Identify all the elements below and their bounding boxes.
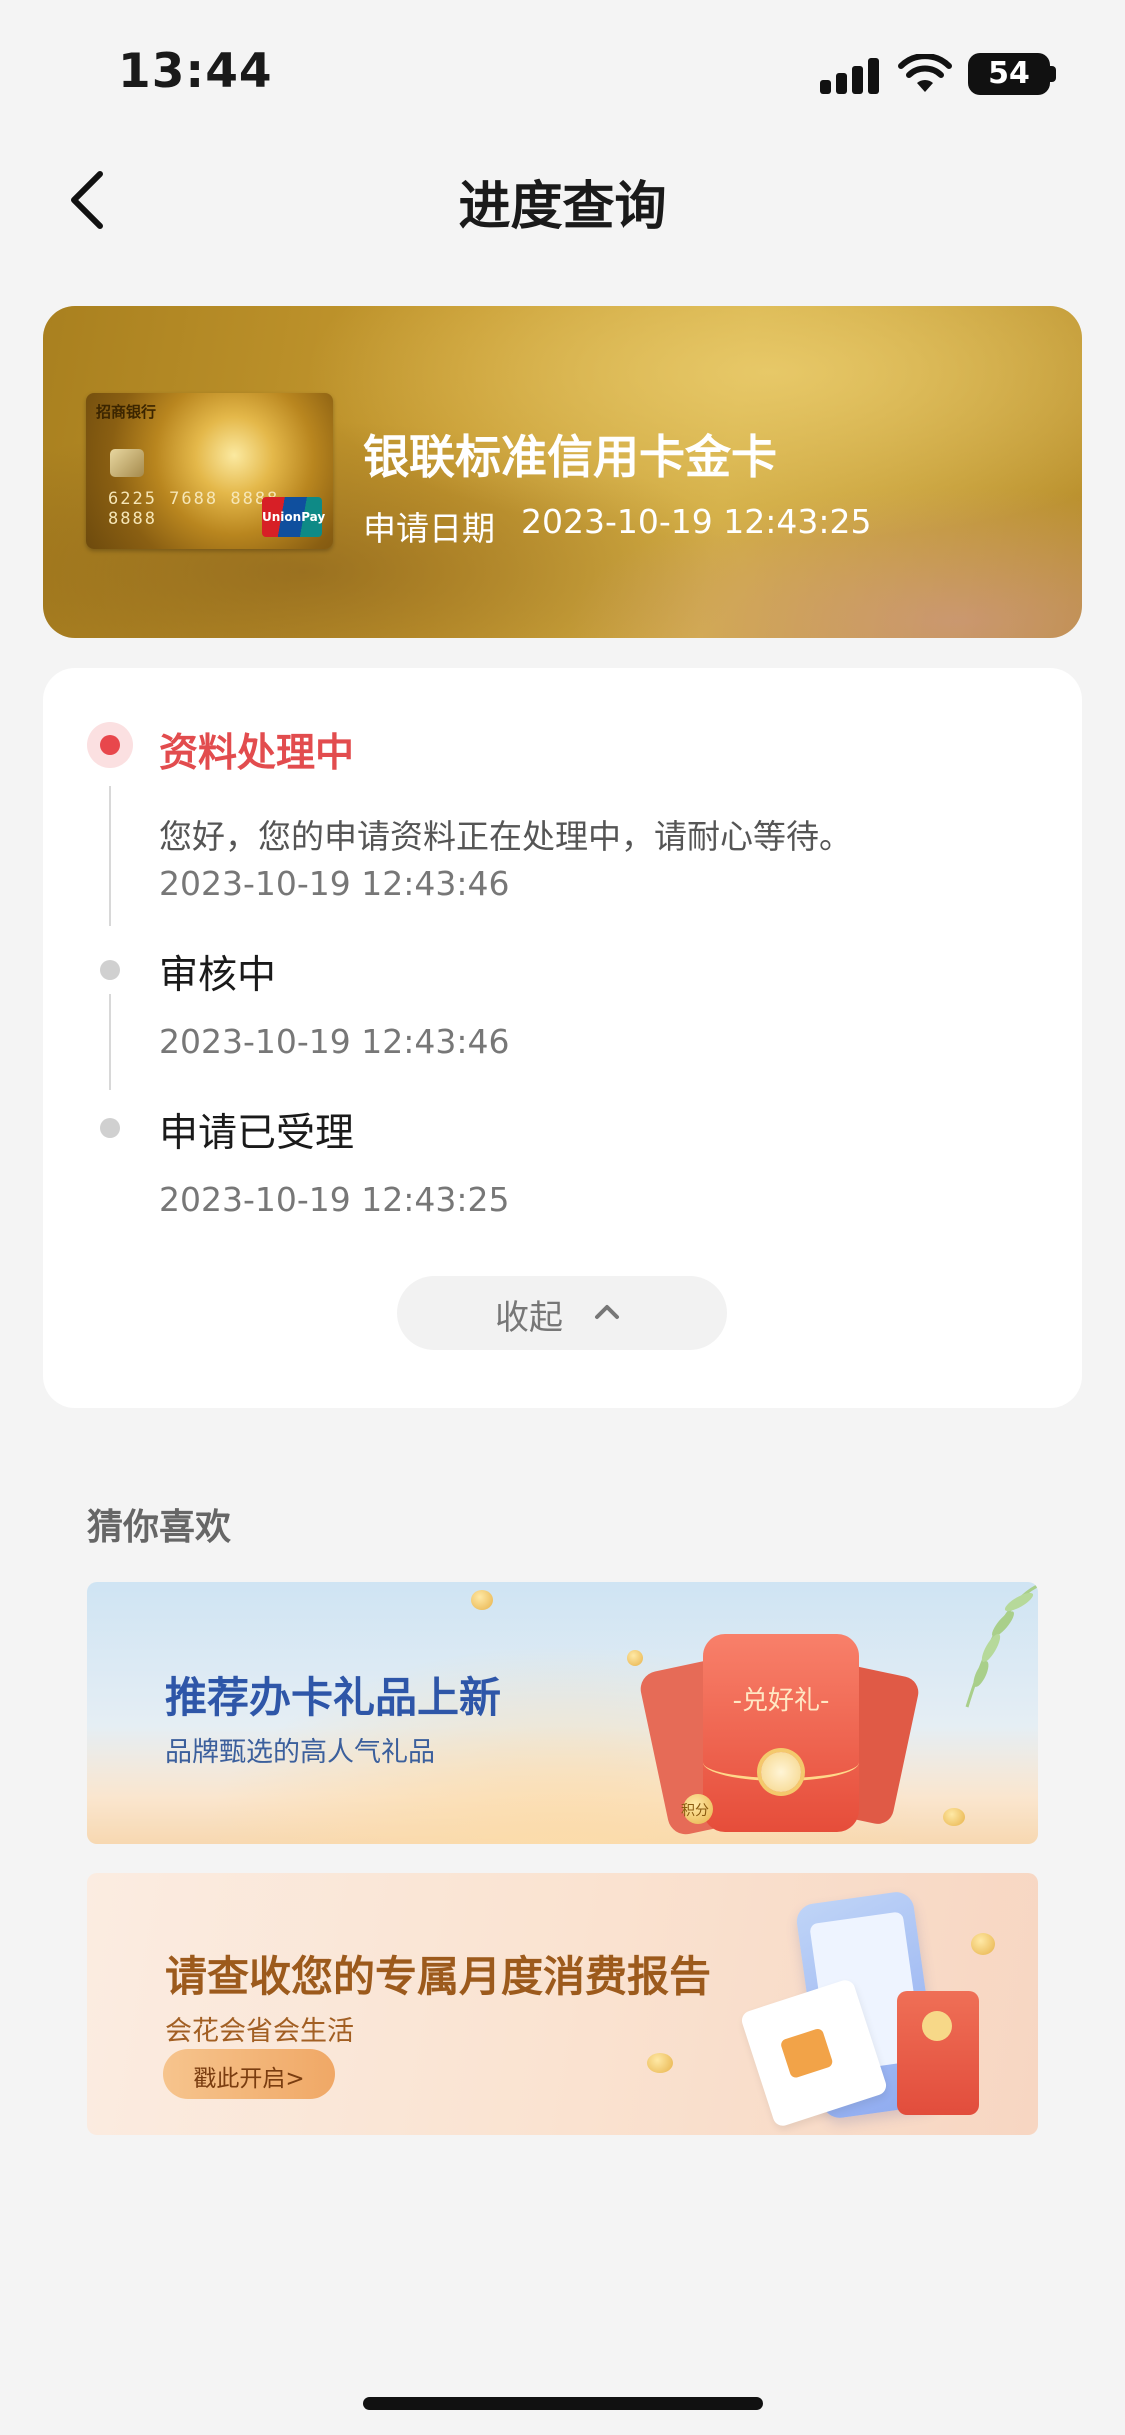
- credit-card-image: 招商银行 6225 7688 8888 8888 UnionPay: [86, 393, 333, 549]
- banner-subtitle: 会花会省会生活: [165, 2016, 354, 2047]
- envelope-label: -兑好礼-: [732, 1686, 830, 1716]
- battery-icon: 54: [968, 53, 1050, 95]
- envelope-seal-icon: [761, 1752, 801, 1792]
- step-active-dot-icon: [87, 722, 133, 768]
- step-dot-icon: [100, 1118, 120, 1138]
- timeline-line: [109, 786, 111, 926]
- gift-promo-banner[interactable]: 推荐办卡礼品上新 品牌甄选的高人气礼品 -兑好礼- 积分: [87, 1582, 1038, 1844]
- leaf-decoration-icon: [965, 1584, 1038, 1708]
- chevron-up-icon: [595, 1305, 619, 1319]
- step-time: 2023-10-19 12:43:25: [159, 1180, 510, 1219]
- open-report-button[interactable]: 戳此开启>: [163, 2049, 335, 2099]
- battery-nub: [1050, 66, 1056, 82]
- step-title: 申请已受理: [159, 1111, 355, 1156]
- timeline-line: [109, 994, 111, 1090]
- cellular-signal-icon: [820, 58, 880, 94]
- open-report-label: 戳此开启>: [193, 2066, 305, 2092]
- coin-icon: [971, 1933, 995, 1955]
- step-description: 您好，您的申请资料正在处理中，请耐心等待。: [159, 817, 852, 856]
- wifi-icon: [898, 54, 952, 92]
- coin-icon: [647, 2053, 673, 2073]
- apply-date-label: 申请日期: [363, 509, 495, 548]
- apply-date-value: 2023-10-19 12:43:25: [521, 502, 872, 541]
- step-title: 审核中: [159, 953, 277, 998]
- status-time: 13:44: [118, 44, 273, 99]
- collapse-button[interactable]: 收起: [397, 1276, 727, 1350]
- section-title: 猜你喜欢: [87, 1507, 232, 1548]
- progress-card: 资料处理中 您好，您的申请资料正在处理中，请耐心等待。 2023-10-19 1…: [43, 668, 1082, 1408]
- coin-icon: [471, 1590, 493, 1610]
- coin-icon: [943, 1808, 965, 1826]
- home-indicator: [363, 2397, 763, 2410]
- step-dot-icon: [100, 960, 120, 980]
- banner-title: 请查收您的专属月度消费报告: [165, 1952, 712, 2001]
- red-envelope-icon: [897, 1991, 979, 2115]
- points-label: 积分: [681, 1803, 709, 1819]
- envelope-seal-icon: [922, 2011, 952, 2041]
- card-banner: 招商银行 6225 7688 8888 8888 UnionPay 银联标准信用…: [43, 306, 1082, 638]
- card-bank-logo: 招商银行: [96, 403, 157, 421]
- unionpay-logo: UnionPay: [262, 497, 325, 537]
- consumption-report-banner[interactable]: 请查收您的专属月度消费报告 会花会省会生活 戳此开启>: [87, 1873, 1038, 2135]
- gift-icon: [779, 2027, 834, 2080]
- chip-icon: [110, 449, 144, 477]
- banner-subtitle: 品牌甄选的高人气礼品: [165, 1737, 435, 1768]
- step-time: 2023-10-19 12:43:46: [159, 864, 510, 903]
- step-title: 资料处理中: [159, 731, 355, 776]
- collapse-label: 收起: [495, 1298, 563, 1338]
- page-title: 进度查询: [458, 177, 667, 237]
- step-time: 2023-10-19 12:43:46: [159, 1022, 510, 1061]
- banner-title: 推荐办卡礼品上新: [165, 1673, 502, 1722]
- coin-icon: [627, 1650, 643, 1666]
- card-name: 银联标准信用卡金卡: [363, 430, 777, 484]
- red-envelope-icon: -兑好礼-: [703, 1634, 859, 1832]
